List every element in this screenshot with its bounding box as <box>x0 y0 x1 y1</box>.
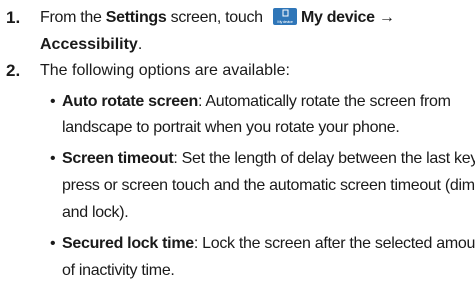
my-device-label: My device <box>300 9 375 26</box>
bullet-line: Secured lock time: Lock the screen after… <box>62 235 475 252</box>
step-number: 2. <box>6 61 21 80</box>
arrow-glyph: → <box>374 9 395 26</box>
step-1-line-1: From the Settings screen, touch My devic… <box>40 8 395 26</box>
bullet-line: of inactivity time. <box>62 262 175 279</box>
bullet-line: landscape to portrait when you rotate yo… <box>62 119 400 136</box>
settings-label: Settings <box>105 9 167 26</box>
bullet-line: Auto rotate screen: Automatically rotate… <box>62 93 451 110</box>
my-device-icon: My device <box>272 8 297 25</box>
step-2-line-1: The following options are available: <box>40 62 290 79</box>
bullet-line: and lock). <box>62 204 129 221</box>
bullet-line: Screen timeout: Set the length of delay … <box>62 150 475 167</box>
svg-text:My device: My device <box>277 19 293 24</box>
bullet-icon: • <box>50 150 56 167</box>
bullet-icon: • <box>50 235 56 252</box>
document-page: 1. From the Settings screen, touch My de… <box>0 0 475 297</box>
accessibility-label: Accessibility <box>40 36 138 53</box>
bullet-line: press or screen touch and the automatic … <box>62 177 475 194</box>
step-1-line-2: Accessibility. <box>40 36 143 53</box>
bullet-icon: • <box>50 93 56 110</box>
step-number: 1. <box>6 8 21 27</box>
